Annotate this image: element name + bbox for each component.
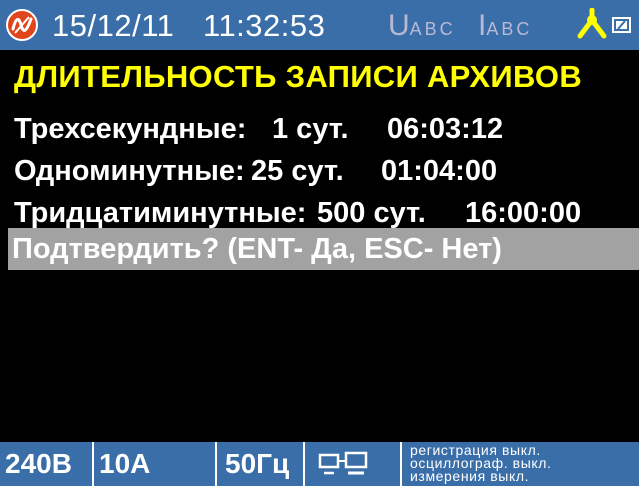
current-phase-indicator: IABC	[478, 4, 532, 53]
computer-connection-icon	[318, 451, 368, 475]
divider	[400, 442, 402, 486]
voltage-range: 240В	[5, 448, 72, 479]
device-logo-icon	[6, 9, 38, 41]
confirm-prompt-text: Подтвердить? (ENT- Да, ESC- Нет)	[12, 233, 502, 265]
device-screen: 15/12/11 11:32:53 UABC IABC ДЛИТЕЛЬНОСТЬ…	[0, 0, 639, 486]
battery-icon	[612, 17, 631, 33]
archive-row-days: 25 сут.	[251, 155, 344, 187]
recording-status-block: регистрация выкл. осциллограф. выкл. изм…	[410, 443, 638, 484]
status-bar: 15/12/11 11:32:53 UABC IABC	[0, 0, 639, 50]
current-indicator-phases: ABC	[486, 19, 533, 39]
divider	[92, 442, 94, 486]
voltage-indicator-letter: U	[388, 9, 410, 42]
archive-row-time: 01:04:00	[381, 155, 498, 187]
current-range: 10А	[99, 448, 151, 479]
frequency-value: 50Гц	[225, 448, 290, 479]
measurement-status: измерения выкл.	[410, 468, 530, 484]
divider	[303, 442, 305, 486]
tripod-sync-icon	[577, 8, 607, 39]
page-title: ДЛИТЕЛЬНОСТЬ ЗАПИСИ АРХИВОВ	[14, 59, 583, 94]
archive-row-time: 06:03:12	[387, 113, 504, 145]
voltage-indicator-phases: ABC	[409, 19, 456, 39]
divider	[215, 442, 217, 486]
archive-row-label: Одноминутные:	[14, 155, 245, 187]
archive-row-days: 1 сут.	[272, 113, 349, 145]
voltage-phase-indicator: UABC	[388, 4, 456, 53]
date-display: 15/12/11	[52, 8, 175, 43]
time-display: 11:32:53	[203, 8, 326, 43]
bottom-status-bar: 240В 10А 50Гц регистрация выкл. осциллог…	[0, 442, 639, 486]
confirm-prompt[interactable]: Подтвердить? (ENT- Да, ESC- Нет)	[8, 228, 639, 270]
archive-row-label: Трехсекундные:	[14, 113, 247, 145]
